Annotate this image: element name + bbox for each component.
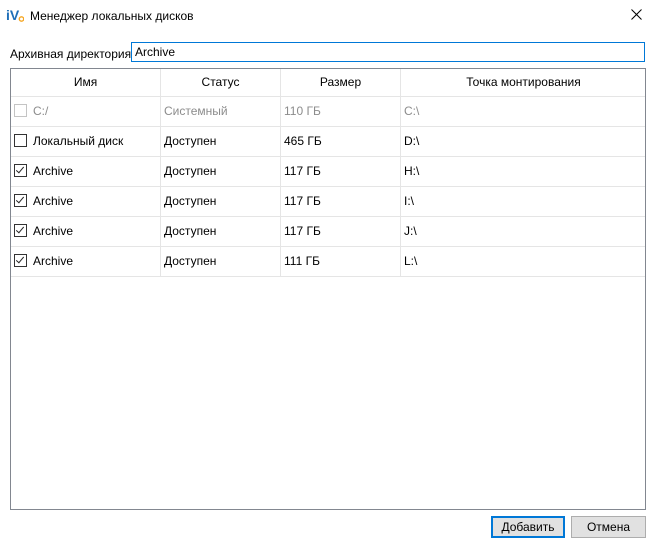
row-checkbox[interactable] bbox=[14, 134, 27, 148]
table-row[interactable]: Archive Доступен 117 ГБ I:\ bbox=[11, 187, 645, 217]
cell-name: C:/ bbox=[11, 97, 161, 126]
cell-status: Доступен bbox=[161, 217, 281, 246]
table-row[interactable]: Локальный диск Доступен 465 ГБ D:\ bbox=[11, 127, 645, 157]
disk-name: Archive bbox=[33, 224, 74, 238]
close-icon bbox=[630, 9, 642, 23]
cell-size: 111 ГБ bbox=[281, 247, 401, 276]
cell-mount: C:\ bbox=[404, 104, 420, 118]
table-row[interactable]: Archive Доступен 111 ГБ L:\ bbox=[11, 247, 645, 277]
cell-status: Доступен bbox=[161, 157, 281, 186]
row-checkbox[interactable] bbox=[14, 224, 27, 238]
cell-name: Локальный диск bbox=[11, 127, 161, 156]
cell-name: Archive bbox=[11, 247, 161, 276]
disk-name: Archive bbox=[33, 194, 74, 208]
disk-name: Archive bbox=[33, 254, 74, 268]
table-row[interactable]: Archive Доступен 117 ГБ J:\ bbox=[11, 217, 645, 247]
row-checkbox bbox=[14, 104, 27, 118]
archive-dir-input[interactable] bbox=[131, 42, 645, 62]
title-bar[interactable]: iV Менеджер локальных дисков bbox=[0, 0, 659, 32]
cell-size: 117 ГБ bbox=[281, 217, 401, 246]
column-header-status[interactable]: Статус bbox=[161, 69, 281, 96]
cell-name: Archive bbox=[11, 187, 161, 216]
table-row[interactable]: C:/ Системный 110 ГБ C:\ bbox=[11, 97, 645, 127]
row-checkbox[interactable] bbox=[14, 194, 27, 208]
disk-name: C:/ bbox=[33, 104, 49, 118]
cell-mount: D:\ bbox=[404, 134, 420, 148]
row-checkbox[interactable] bbox=[14, 164, 27, 178]
table-row[interactable]: Archive Доступен 117 ГБ H:\ bbox=[11, 157, 645, 187]
column-header-size[interactable]: Размер bbox=[281, 69, 401, 96]
cell-size: 465 ГБ bbox=[281, 127, 401, 156]
disk-name: Archive bbox=[33, 164, 74, 178]
cell-mount: I:\ bbox=[404, 194, 415, 208]
column-header-mount[interactable]: Точка монтирования bbox=[401, 69, 646, 96]
cell-status: Доступен bbox=[161, 187, 281, 216]
cell-size: 110 ГБ bbox=[281, 97, 401, 126]
cancel-button[interactable]: Отмена bbox=[571, 516, 646, 538]
cell-mount: L:\ bbox=[404, 254, 418, 268]
archive-dir-label: Архивная директория: bbox=[10, 47, 135, 61]
disk-name: Локальный диск bbox=[33, 134, 124, 148]
cell-mount: H:\ bbox=[404, 164, 420, 178]
disks-table[interactable]: Имя Статус Размер Точка монтирования C:/… bbox=[10, 68, 646, 510]
cell-status: Доступен bbox=[161, 127, 281, 156]
window-title: Менеджер локальных дисков bbox=[30, 9, 194, 23]
table-header: Имя Статус Размер Точка монтирования bbox=[11, 69, 645, 97]
cell-status: Системный bbox=[161, 97, 281, 126]
row-checkbox[interactable] bbox=[14, 254, 27, 268]
cell-name: Archive bbox=[11, 157, 161, 186]
cell-name: Archive bbox=[11, 217, 161, 246]
disk-manager-dialog: iV Менеджер локальных дисков Архивная ди… bbox=[0, 0, 659, 547]
column-header-name[interactable]: Имя bbox=[11, 69, 161, 96]
close-button[interactable] bbox=[613, 0, 659, 32]
cell-size: 117 ГБ bbox=[281, 157, 401, 186]
cell-status: Доступен bbox=[161, 247, 281, 276]
cell-mount: J:\ bbox=[404, 224, 417, 238]
cell-size: 117 ГБ bbox=[281, 187, 401, 216]
app-logo-text: iV bbox=[6, 7, 20, 23]
app-logo-icon: iV bbox=[6, 6, 25, 24]
add-button[interactable]: Добавить bbox=[491, 516, 565, 538]
